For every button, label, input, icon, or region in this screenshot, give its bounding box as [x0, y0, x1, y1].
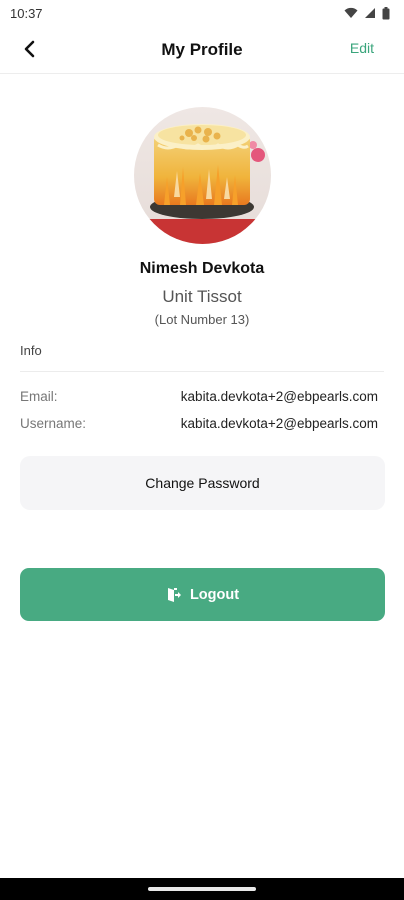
wifi-icon — [344, 7, 358, 18]
username-value: kabita.devkota+2@ebpearls.com — [180, 416, 378, 431]
avatar — [134, 107, 271, 244]
email-value: kabita.devkota+2@ebpearls.com — [180, 389, 378, 404]
logout-button[interactable]: Logout — [20, 568, 385, 621]
change-password-label: Change Password — [145, 475, 260, 491]
status-icons — [344, 6, 390, 20]
system-nav-bar — [0, 878, 404, 900]
logout-label: Logout — [189, 586, 240, 603]
edit-button[interactable]: Edit — [350, 40, 374, 56]
profile-name: Nimesh Devkota — [139, 260, 265, 277]
status-bar: 10:37 — [0, 0, 404, 26]
battery-icon — [382, 6, 390, 19]
signal-icon — [365, 8, 375, 18]
cake-photo — [134, 107, 271, 244]
home-indicator[interactable] — [148, 887, 256, 891]
page-title: My Profile — [161, 39, 243, 59]
divider — [20, 371, 384, 372]
back-button[interactable] — [16, 36, 42, 62]
app-header: My Profile Edit — [0, 26, 404, 74]
logout-icon — [167, 587, 181, 602]
profile-lot: (Lot Number 13) — [154, 312, 250, 327]
change-password-button[interactable]: Change Password — [20, 456, 385, 510]
username-row: Username: kabita.devkota+2@ebpearls.com — [20, 416, 378, 431]
status-time: 10:37 — [10, 5, 43, 21]
profile-unit: Unit Tissot — [162, 287, 242, 306]
email-label: Email: — [20, 389, 58, 404]
username-label: Username: — [20, 416, 87, 431]
info-section-label: Info — [20, 343, 42, 358]
email-row: Email: kabita.devkota+2@ebpearls.com — [20, 389, 378, 404]
chevron-left-icon — [24, 40, 35, 58]
